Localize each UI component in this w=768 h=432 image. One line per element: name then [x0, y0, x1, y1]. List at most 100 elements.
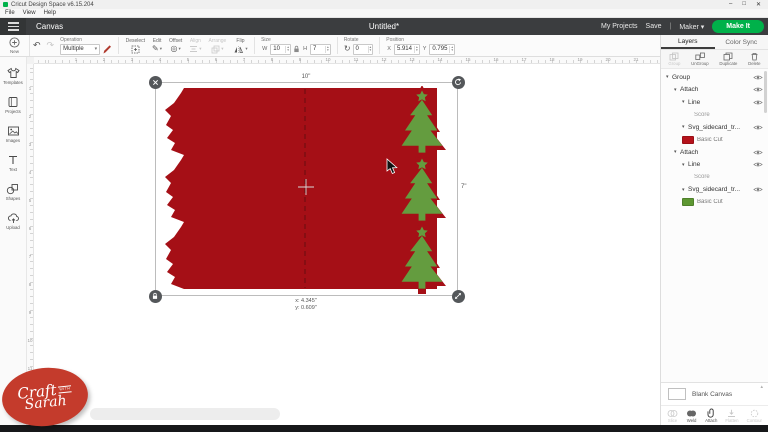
- size-group: Size W 10▴▾ H 7▴▾: [258, 35, 334, 56]
- machine-select[interactable]: Maker ▾: [679, 23, 704, 31]
- eye-visible-icon[interactable]: [753, 161, 763, 168]
- layer-row-attach[interactable]: ▾ Attach: [661, 146, 768, 159]
- height-label: H: [303, 46, 307, 52]
- make-it-button[interactable]: Make It: [712, 20, 764, 33]
- eye-visible-icon[interactable]: [753, 124, 763, 131]
- weld-icon: [686, 409, 697, 418]
- sidebar-item-templates[interactable]: Templates: [3, 67, 23, 85]
- menu-help[interactable]: Help: [44, 10, 56, 16]
- layer-row-attach[interactable]: ▾ Attach: [661, 84, 768, 97]
- sidebar-item-projects[interactable]: Projects: [5, 96, 21, 114]
- rotate-handle[interactable]: [452, 76, 465, 89]
- my-projects-link[interactable]: My Projects: [601, 23, 638, 30]
- height-input[interactable]: 7▴▾: [310, 44, 331, 55]
- offset-menu-button[interactable]: Offset ◎▾: [166, 35, 186, 56]
- redo-button[interactable]: ↷: [47, 40, 55, 51]
- ungroup-button[interactable]: UnGroup: [691, 52, 708, 66]
- eye-visible-icon[interactable]: [753, 186, 763, 193]
- maximize-button[interactable]: □: [742, 1, 746, 8]
- app-icon: [3, 2, 8, 7]
- stepper-icon[interactable]: ▴▾: [414, 46, 419, 53]
- ruler-number: 10: [314, 57, 342, 63]
- pen-color-icon[interactable]: [102, 44, 112, 54]
- sidebar-item-text[interactable]: Text: [7, 154, 19, 172]
- chevron-down-icon: ▾: [701, 24, 705, 31]
- deselect-button[interactable]: Deselect: [122, 35, 148, 56]
- lock-ratio-icon[interactable]: [293, 45, 300, 53]
- tab-layers[interactable]: Layers: [661, 35, 715, 49]
- contour-button: Contour: [747, 409, 762, 423]
- layer-row-line[interactable]: ▾ Line: [661, 96, 768, 109]
- eye-visible-icon[interactable]: [753, 86, 763, 93]
- blank-canvas-label: Blank Canvas: [692, 391, 732, 398]
- ruler-number: 12: [370, 57, 398, 63]
- green-color-swatch[interactable]: [682, 198, 694, 206]
- chevron-down-icon: ▾: [199, 46, 201, 52]
- layer-row-basic-cut-red[interactable]: Basic Cut: [661, 134, 768, 147]
- stepper-icon[interactable]: ▴▾: [325, 46, 330, 53]
- delete-handle[interactable]: [149, 76, 162, 89]
- close-button[interactable]: ✕: [756, 1, 761, 8]
- align-icon: [189, 45, 198, 53]
- selection-width-label: 10": [276, 74, 336, 80]
- panel-scrollbar[interactable]: [764, 71, 767, 113]
- layer-row-score[interactable]: Score: [661, 109, 768, 122]
- attach-button[interactable]: Attach: [705, 408, 717, 423]
- header-divider: |: [670, 23, 672, 30]
- stepper-icon[interactable]: ▴▾: [449, 46, 454, 53]
- layer-row-svg-sidecard[interactable]: ▾ Svg_sidecard_tr...: [661, 184, 768, 197]
- stepper-icon[interactable]: ▴▾: [285, 46, 290, 53]
- stepper-icon[interactable]: ▴▾: [368, 46, 373, 53]
- canvas-zoom-bar[interactable]: [90, 408, 280, 420]
- resize-handle[interactable]: [452, 290, 465, 303]
- hamburger-menu-icon[interactable]: [0, 18, 26, 35]
- offset-icon: ◎: [171, 45, 178, 53]
- lock-icon: [151, 292, 159, 300]
- upload-cloud-icon: [7, 212, 20, 224]
- blank-canvas-swatch[interactable]: [668, 388, 686, 400]
- menu-file[interactable]: File: [5, 10, 15, 16]
- save-link[interactable]: Save: [646, 23, 662, 30]
- sidebar-item-images[interactable]: Images: [6, 125, 20, 143]
- eye-visible-icon[interactable]: [753, 99, 763, 106]
- sidebar-item-upload[interactable]: Upload: [6, 212, 20, 230]
- undo-button[interactable]: ↶: [33, 40, 41, 51]
- collapse-chevron-icon[interactable]: ▴: [760, 384, 763, 390]
- pos-x-label: X: [387, 46, 391, 52]
- lock-handle[interactable]: [149, 290, 162, 303]
- ruler-number: 4: [146, 57, 174, 63]
- layer-row-basic-cut-green[interactable]: Basic Cut: [661, 196, 768, 209]
- ruler-number: 2: [27, 114, 33, 142]
- ruler-number: 10: [27, 338, 33, 366]
- ruler-number: 2: [90, 57, 118, 63]
- sidebar-item-shapes[interactable]: Shapes: [6, 183, 21, 201]
- minimize-button[interactable]: –: [729, 1, 732, 8]
- canvas-color-row: ▴ Blank Canvas: [661, 382, 768, 405]
- pos-x-input[interactable]: 5.914▴▾: [394, 44, 420, 55]
- edit-menu-button[interactable]: Edit ✎▾: [149, 35, 166, 56]
- plus-circle-icon: [9, 37, 20, 48]
- chevron-down-icon: ▾: [245, 46, 247, 52]
- delete-button[interactable]: Delete: [748, 52, 760, 66]
- group-button: Group: [668, 52, 680, 66]
- menu-bar: File View Help: [0, 9, 768, 18]
- pos-y-input[interactable]: 0.795▴▾: [429, 44, 455, 55]
- sidecard-design-object[interactable]: [158, 86, 458, 298]
- eye-visible-icon[interactable]: [753, 149, 763, 156]
- rotate-input[interactable]: 0▴▾: [353, 44, 374, 55]
- layer-row-group[interactable]: ▾ Group: [661, 71, 768, 84]
- new-button[interactable]: New: [0, 35, 30, 56]
- size-label: Size: [261, 37, 331, 43]
- operation-select[interactable]: Multiple▾: [60, 44, 100, 55]
- layer-row-score[interactable]: Score: [661, 171, 768, 184]
- eye-visible-icon[interactable]: [753, 74, 763, 81]
- tab-color-sync[interactable]: Color Sync: [715, 35, 768, 49]
- layer-row-line[interactable]: ▾ Line: [661, 159, 768, 172]
- duplicate-button[interactable]: Duplicate: [719, 52, 737, 66]
- red-color-swatch[interactable]: [682, 136, 694, 144]
- weld-button[interactable]: Weld: [686, 409, 697, 423]
- flip-menu-button[interactable]: Flip ▾: [230, 35, 251, 56]
- layer-row-svg-sidecard[interactable]: ▾ Svg_sidecard_tr...: [661, 121, 768, 134]
- menu-view[interactable]: View: [23, 10, 36, 16]
- width-input[interactable]: 10▴▾: [270, 44, 291, 55]
